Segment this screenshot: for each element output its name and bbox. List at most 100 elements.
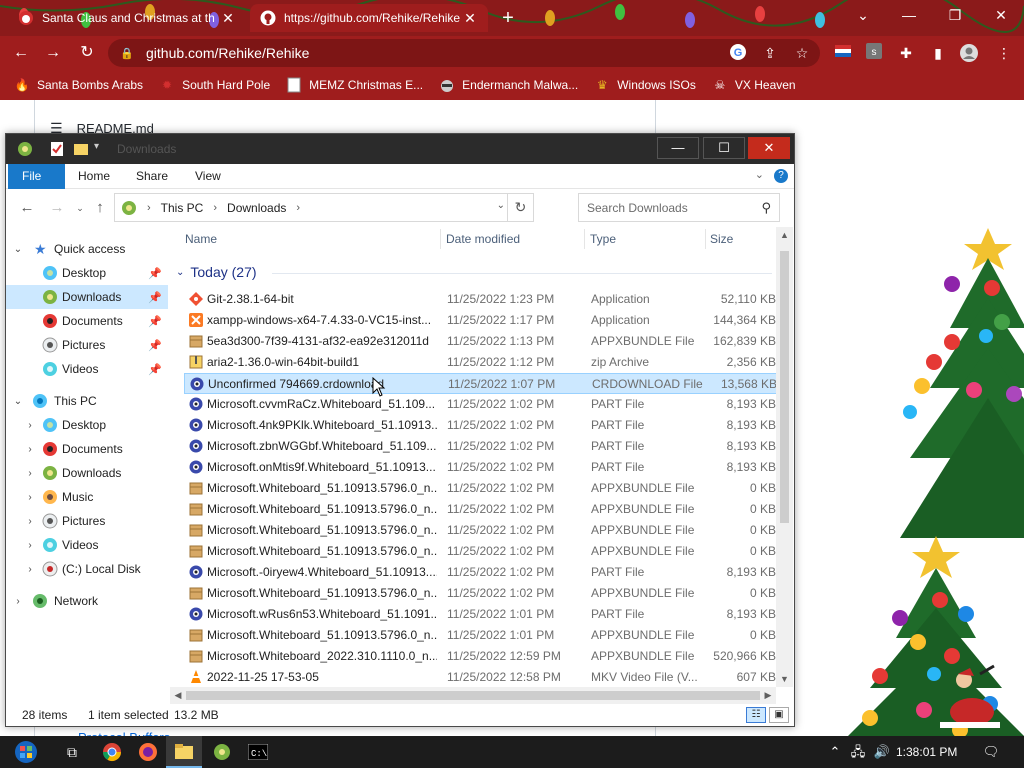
- file-row[interactable]: xampp-windows-x64-7.4.33-0-VC15-inst... 1…: [184, 310, 780, 331]
- ribbon-tab-share[interactable]: Share: [122, 164, 182, 189]
- new-tab-button[interactable]: +: [496, 8, 520, 28]
- large-icons-view-icon[interactable]: ▣: [769, 707, 789, 723]
- nav-pc-desktop[interactable]: › Desktop: [6, 413, 168, 437]
- bookmark-santa-bombs[interactable]: 🔥 Santa Bombs Arabs: [14, 77, 144, 93]
- nav-quick-desktop[interactable]: Desktop 📌: [6, 261, 168, 285]
- file-row[interactable]: Microsoft.wRus6n53.Whiteboard_51.1091...…: [184, 604, 780, 625]
- file-row[interactable]: Microsoft.Whiteboard_2022.310.1110.0_n..…: [184, 646, 780, 667]
- chevron-right-icon[interactable]: ›: [24, 444, 36, 455]
- nav-this-pc[interactable]: ⌄ This PC: [6, 389, 168, 413]
- tab-github-rehike[interactable]: https://github.com/Rehike/Rehike ✕: [250, 4, 488, 32]
- nav-pc-downloads[interactable]: › Downloads: [6, 461, 168, 485]
- scroll-down-icon[interactable]: ▼: [776, 671, 793, 687]
- breadcrumb-this-pc[interactable]: This PC: [161, 201, 204, 215]
- scroll-up-icon[interactable]: ▲: [776, 227, 793, 243]
- pin-icon[interactable]: 📌: [148, 291, 162, 304]
- pin-icon[interactable]: 📌: [148, 315, 162, 328]
- file-row[interactable]: Microsoft.cvvmRaCz.Whiteboard_51.109... 1…: [184, 394, 780, 415]
- bookmark-south-hard-pole[interactable]: ✹ South Hard Pole: [159, 77, 270, 93]
- task-view-icon[interactable]: ⧉: [54, 736, 90, 768]
- chevron-right-icon[interactable]: ›: [24, 420, 36, 431]
- action-center-icon[interactable]: 🗨: [980, 736, 1002, 768]
- breadcrumb-separator-icon[interactable]: ›: [296, 202, 300, 214]
- reload-icon[interactable]: ↻: [74, 40, 100, 66]
- bookmark-endermanch-malware[interactable]: Endermanch Malwa...: [439, 77, 578, 93]
- breadcrumb-downloads[interactable]: Downloads: [227, 201, 286, 215]
- tab-search-chevron-icon[interactable]: ⌄: [840, 0, 886, 30]
- search-input[interactable]: Search Downloads ⚲: [578, 193, 780, 222]
- new-folder-quick-access-icon[interactable]: [73, 141, 89, 157]
- command-prompt-taskbar-icon[interactable]: C:\: [240, 736, 276, 768]
- bookmark-vx-heaven[interactable]: ☠ VX Heaven: [712, 77, 796, 93]
- group-header-today[interactable]: ⌄ Today (27): [176, 264, 772, 280]
- file-row[interactable]: Microsoft.Whiteboard_51.10913.5796.0_n..…: [184, 541, 780, 562]
- chevron-right-icon[interactable]: ›: [24, 468, 36, 479]
- column-separator[interactable]: [440, 229, 441, 249]
- pin-icon[interactable]: 📌: [148, 267, 162, 280]
- up-arrow-icon[interactable]: ↑: [92, 199, 108, 217]
- chrome-menu-icon[interactable]: ⋮: [994, 43, 1014, 63]
- refresh-icon[interactable]: ↻: [507, 194, 533, 221]
- tab-close-icon[interactable]: ✕: [462, 10, 478, 27]
- file-row[interactable]: Unconfirmed 794669.crdownload 11/25/2022 …: [184, 373, 780, 394]
- back-arrow-icon[interactable]: ←: [8, 40, 34, 66]
- file-row[interactable]: Microsoft.onMtis9f.Whiteboard_51.10913..…: [184, 457, 780, 478]
- flag-extension-icon[interactable]: [833, 43, 853, 63]
- breadcrumb-separator-icon[interactable]: ›: [147, 202, 151, 214]
- app-taskbar-icon[interactable]: [204, 736, 240, 768]
- vertical-scrollbar[interactable]: ▲ ▼: [776, 227, 793, 687]
- chevron-right-icon[interactable]: ›: [12, 596, 24, 607]
- chevron-down-icon[interactable]: ⌄: [12, 244, 24, 255]
- nav-network[interactable]: › Network: [6, 589, 168, 613]
- nav-quick-access[interactable]: ⌄ ★ Quick access: [6, 237, 168, 261]
- network-tray-icon[interactable]: 🖧: [848, 736, 868, 768]
- nav-pc-videos[interactable]: › Videos: [6, 533, 168, 557]
- chevron-right-icon[interactable]: ›: [24, 540, 36, 551]
- file-row[interactable]: aria2-1.36.0-win-64bit-build1 11/25/2022 …: [184, 352, 780, 373]
- file-row[interactable]: Microsoft.Whiteboard_51.10913.5796.0_n..…: [184, 583, 780, 604]
- file-row[interactable]: Git-2.38.1-64-bit 11/25/2022 1:23 PM Appli…: [184, 289, 780, 310]
- recent-locations-chevron-icon[interactable]: ⌄: [72, 199, 88, 217]
- taskbar-clock[interactable]: 1:38:01 PM: [896, 736, 957, 768]
- details-view-icon[interactable]: ☷: [746, 707, 766, 723]
- tab-santa-claus[interactable]: Santa Claus and Christmas at th ✕: [8, 4, 246, 32]
- file-row[interactable]: Microsoft.Whiteboard_51.10913.5796.0_n..…: [184, 478, 780, 499]
- customize-qat-chevron-icon[interactable]: ▾: [94, 141, 110, 157]
- chevron-down-icon[interactable]: ⌄: [12, 396, 24, 407]
- ribbon-tab-view[interactable]: View: [181, 164, 235, 189]
- breadcrumb[interactable]: › This PC › Downloads › ⌄ ↻: [114, 193, 534, 222]
- forward-arrow-icon[interactable]: →: [49, 199, 65, 217]
- nav-pc-local-disk[interactable]: › (C:) Local Disk: [6, 557, 168, 581]
- file-row[interactable]: Microsoft.zbnWGGbf.Whiteboard_51.109... 1…: [184, 436, 780, 457]
- firefox-taskbar-icon[interactable]: [130, 736, 166, 768]
- file-row[interactable]: Microsoft.Whiteboard_51.10913.5796.0_n..…: [184, 625, 780, 646]
- file-row[interactable]: Microsoft.Whiteboard_51.10913.5796.0_n..…: [184, 520, 780, 541]
- volume-icon[interactable]: 🔊: [872, 736, 892, 768]
- column-header-date[interactable]: Date modified: [446, 227, 520, 251]
- breadcrumb-separator-icon[interactable]: ›: [213, 202, 217, 214]
- bookmark-memz-christmas[interactable]: MEMZ Christmas E...: [286, 77, 423, 93]
- minimize-browser-button[interactable]: —: [886, 0, 932, 30]
- profile-avatar-icon[interactable]: [959, 43, 979, 63]
- nav-quick-downloads[interactable]: Downloads 📌: [6, 285, 168, 309]
- chevron-right-icon[interactable]: ›: [24, 492, 36, 503]
- scroll-left-icon[interactable]: ◀: [170, 687, 186, 704]
- bookmark-windows-isos[interactable]: ♛ Windows ISOs: [594, 77, 696, 93]
- nav-pc-pictures[interactable]: › Pictures: [6, 509, 168, 533]
- restore-browser-button[interactable]: ❐: [932, 0, 978, 30]
- chevron-down-icon[interactable]: ⌄: [176, 267, 184, 278]
- close-explorer-button[interactable]: ✕: [748, 137, 790, 159]
- close-browser-button[interactable]: ✕: [978, 0, 1024, 30]
- bookmark-star-icon[interactable]: ☆: [792, 43, 812, 63]
- tab-close-icon[interactable]: ✕: [220, 10, 236, 27]
- ribbon-tab-file[interactable]: File: [8, 164, 65, 189]
- side-panel-icon[interactable]: ▮: [928, 43, 948, 63]
- minimize-explorer-button[interactable]: —: [657, 137, 699, 159]
- column-header-type[interactable]: Type: [590, 227, 616, 251]
- share-icon[interactable]: ⇪: [760, 43, 780, 63]
- nav-pc-music[interactable]: › Music: [6, 485, 168, 509]
- properties-quick-access-icon[interactable]: [50, 141, 66, 157]
- horizontal-scroll-thumb[interactable]: [186, 691, 760, 700]
- maximize-explorer-button[interactable]: ☐: [703, 137, 745, 159]
- column-separator[interactable]: [705, 229, 706, 249]
